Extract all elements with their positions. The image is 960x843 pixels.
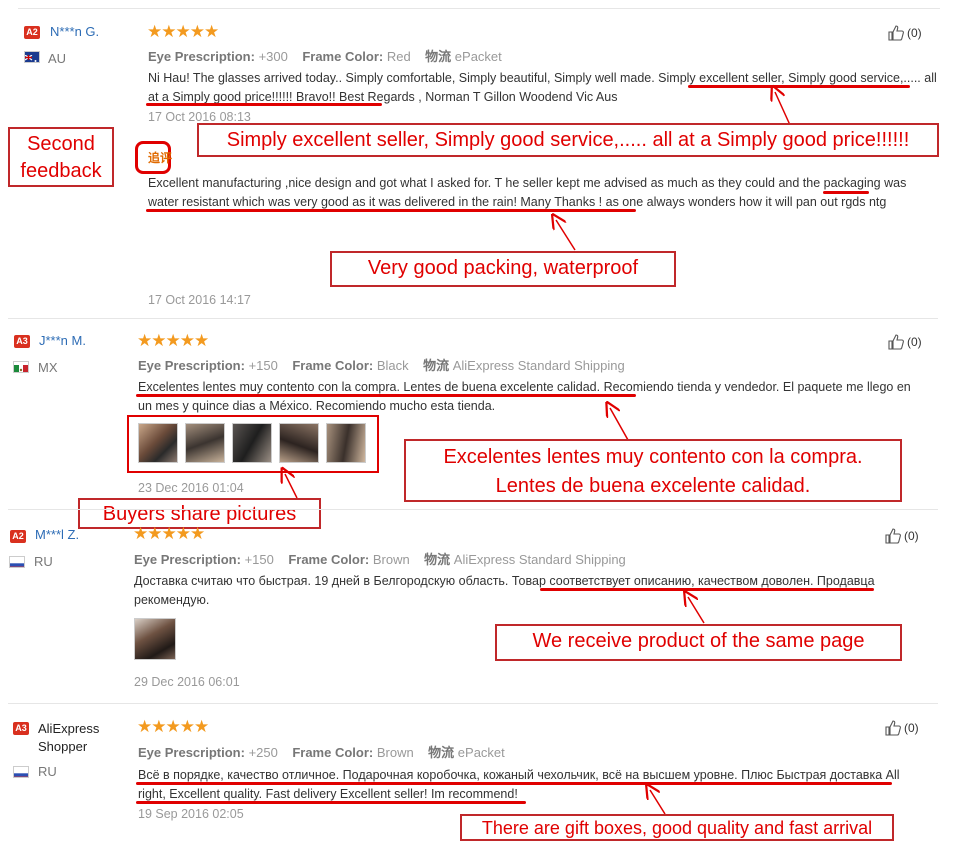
flag-au-icon [24,51,40,63]
helpful-count: (0) [904,529,919,543]
reviewer-country: AU [48,51,67,66]
thumbs-up-icon [888,334,904,350]
review-text: Excelentes lentes muy contento con la co… [138,380,911,413]
flag-ru-icon [9,556,25,568]
review-text: Доставка считаю что быстрая. 19 дней в Б… [134,574,875,607]
review-separator [8,703,938,704]
review-date: 19 Sep 2016 02:05 [138,807,244,821]
shipping-label: 物流 [425,49,452,64]
level-badge: A2 [24,26,40,39]
followup-date: 17 Oct 2016 14:17 [148,293,251,307]
underline [540,588,874,591]
helpful-button[interactable]: (0) [884,527,919,545]
order-attributes: Eye Prescription: +150 Frame Color: Blac… [138,358,625,373]
review-separator [8,509,938,510]
attr-label: Eye Prescription: [148,49,255,64]
helpful-count: (0) [904,721,919,735]
review-photo[interactable] [138,423,178,463]
reviewer-name[interactable]: N***n G. [50,24,99,39]
callout-packing: Very good packing, waterproof [330,251,676,287]
arrow-c4 [285,474,298,499]
helpful-count: (0) [907,26,922,40]
callout-simply-excellent: Simply excellent seller, Simply good ser… [197,123,939,157]
underline [688,85,910,88]
underline [136,394,636,397]
thumbs-up-icon [885,528,901,544]
review-photo[interactable] [134,618,176,660]
thumbs-up-icon [885,720,901,736]
review-separator [18,8,940,9]
star-rating: ★★★★★ [133,524,205,543]
thumbs-up-icon [888,25,904,41]
review-photo[interactable] [185,423,225,463]
attr-label: Frame Color: [302,49,384,64]
order-attributes: Eye Prescription: +250 Frame Color: Brow… [138,745,505,760]
flag-mx-icon [13,361,29,373]
reviewer-name[interactable]: M***l Z. [35,527,79,542]
helpful-count: (0) [907,335,922,349]
followup-text: Excellent manufacturing ,nice design and… [148,176,907,209]
star-rating: ★★★★★ [137,717,209,736]
attr-value: Red [386,49,411,64]
attr-value: +300 [258,49,288,64]
underline [146,209,636,212]
underline [136,782,892,785]
review-date: 17 Oct 2016 08:13 [148,110,251,124]
review-photo[interactable] [279,423,319,463]
reviewer-country: RU [34,554,53,569]
reviewer-name[interactable]: J***n M. [39,333,86,348]
shipping-value: ePacket [454,49,502,64]
callout-excelentes: Excelentes lentes muy contento con la co… [404,439,902,502]
star-rating: ★★★★★ [137,331,209,350]
level-badge: A3 [13,722,29,735]
callout-same-product: We receive product of the same page [495,624,902,661]
helpful-button[interactable]: (0) [884,719,919,737]
star-rating: ★★★★★ [147,22,219,41]
reviewer-name[interactable]: AliExpress Shopper [38,720,118,756]
underline [823,191,869,194]
arrow-c2 [556,220,576,251]
helpful-button[interactable]: (0) [887,24,922,42]
underline [136,801,526,804]
second-feedback-callout: Second feedback [8,127,114,187]
callout-gift-boxes: There are gift boxes, good quality and f… [460,814,894,841]
followup-tag: 追评 [148,151,173,165]
review-text: Ni Hau! The glasses arrived today.. Simp… [148,71,937,104]
order-attributes: Eye Prescription: +300 Frame Color: Red … [148,46,502,65]
level-badge: A3 [14,335,30,348]
underline [146,103,382,106]
reviewer-country: RU [38,764,57,779]
review-date: 29 Dec 2016 06:01 [134,675,240,689]
level-badge: A2 [10,530,26,543]
review-text: Всё в порядке, качество отличное. Подаро… [138,768,900,801]
review-separator [8,318,938,319]
review-photo[interactable] [232,423,272,463]
review-photo[interactable] [326,423,366,463]
order-attributes: Eye Prescription: +150 Frame Color: Brow… [134,552,626,567]
reviewer-country: MX [38,360,58,375]
review-date: 23 Dec 2016 01:04 [138,481,244,495]
flag-ru-icon [13,766,29,778]
helpful-button[interactable]: (0) [887,333,922,351]
